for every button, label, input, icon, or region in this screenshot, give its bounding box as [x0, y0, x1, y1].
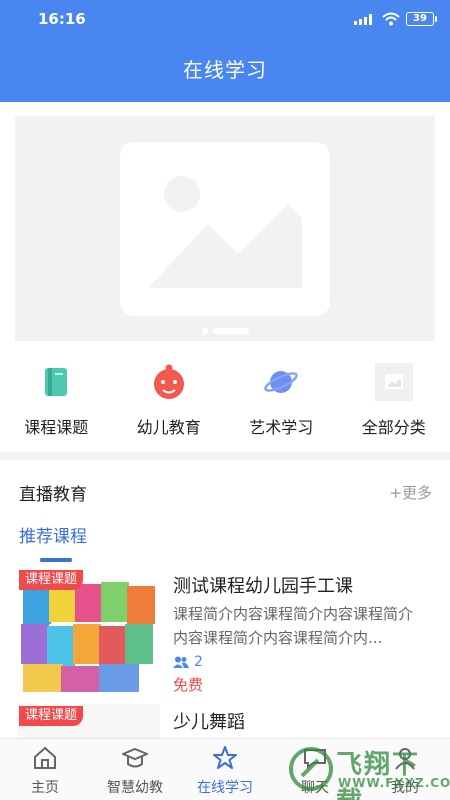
- watermark-text: 飞翔下载: [336, 750, 421, 800]
- section-divider: [0, 452, 450, 460]
- course-tag-badge: 课程课题: [19, 706, 84, 726]
- app-header: 16:16 39 在线学习: [0, 0, 450, 102]
- tab-smart-preschool[interactable]: 智慧幼教: [90, 739, 180, 800]
- category-label: 全部分类: [361, 418, 426, 437]
- status-time: 16:16: [38, 10, 86, 28]
- site-watermark: 飞翔下载 WWW.FXXZ.COM: [286, 740, 450, 800]
- image-placeholder-icon: [120, 142, 330, 316]
- graduation-cap-icon: [122, 747, 148, 768]
- battery-indicator: 39: [406, 12, 437, 26]
- banner-carousel[interactable]: [15, 116, 435, 341]
- watermark-url: WWW.FXXZ.COM: [338, 776, 450, 790]
- live-education-header: 直播教育 +更多: [0, 476, 450, 506]
- course-description: 课程简介内容课程简介内容课程简介内容课程简介内容课程简介内...: [173, 605, 414, 647]
- course-title: 测试课程幼儿园手工课: [173, 576, 353, 597]
- category-label: 幼儿教育: [136, 418, 201, 437]
- course-students: 2: [173, 654, 203, 670]
- tab-label: 主页: [31, 780, 59, 796]
- planet-icon: [261, 362, 301, 402]
- image-placeholder-icon: [374, 362, 414, 402]
- watermark-logo-icon: [289, 747, 333, 791]
- category-label: 艺术学习: [249, 418, 314, 437]
- course-tag-badge: 课程课题: [19, 570, 84, 590]
- tab-online-learning[interactable]: 在线学习: [180, 739, 270, 800]
- category-label: 课程课题: [24, 418, 89, 437]
- course-card[interactable]: 课程课题 测试课程幼儿园手工课 课程简介内容课程简介内容课程简介内容课程简介内容…: [0, 568, 450, 698]
- tab-label: 在线学习: [197, 780, 253, 796]
- carousel-dot-active: [212, 328, 249, 334]
- section-title: 直播教育: [19, 485, 87, 505]
- status-icons: 39: [354, 10, 437, 28]
- book-icon: [36, 362, 76, 402]
- more-link[interactable]: +更多: [389, 482, 432, 503]
- tab-recommended-courses[interactable]: 推荐课程: [19, 522, 87, 547]
- course-title: 少儿舞蹈: [173, 712, 245, 733]
- star-icon: [213, 746, 237, 769]
- carousel-indicator: [15, 328, 435, 334]
- signal-icon: [354, 14, 372, 25]
- category-early-education[interactable]: 幼儿教育: [113, 360, 226, 446]
- page-title: 在线学习: [183, 58, 267, 82]
- category-grid: 课程课题 幼儿教育 艺术学习 全部分类: [0, 360, 450, 446]
- tab-label: 智慧幼教: [107, 780, 163, 796]
- course-price: 免费: [173, 676, 204, 694]
- category-all[interactable]: 全部分类: [338, 360, 450, 446]
- baby-face-icon: [149, 362, 189, 402]
- category-art-learning[interactable]: 艺术学习: [225, 360, 338, 446]
- status-bar: 16:16 39: [0, 0, 450, 36]
- tab-home[interactable]: 主页: [0, 739, 90, 800]
- category-course-topics[interactable]: 课程课题: [0, 360, 113, 446]
- tab-underline: [40, 558, 72, 562]
- course-card[interactable]: 课程课题 少儿舞蹈: [0, 704, 450, 740]
- users-icon: [173, 656, 189, 668]
- home-icon: [34, 746, 56, 769]
- student-count: 2: [194, 654, 203, 670]
- wifi-icon: [382, 12, 400, 26]
- carousel-dot: [201, 328, 208, 334]
